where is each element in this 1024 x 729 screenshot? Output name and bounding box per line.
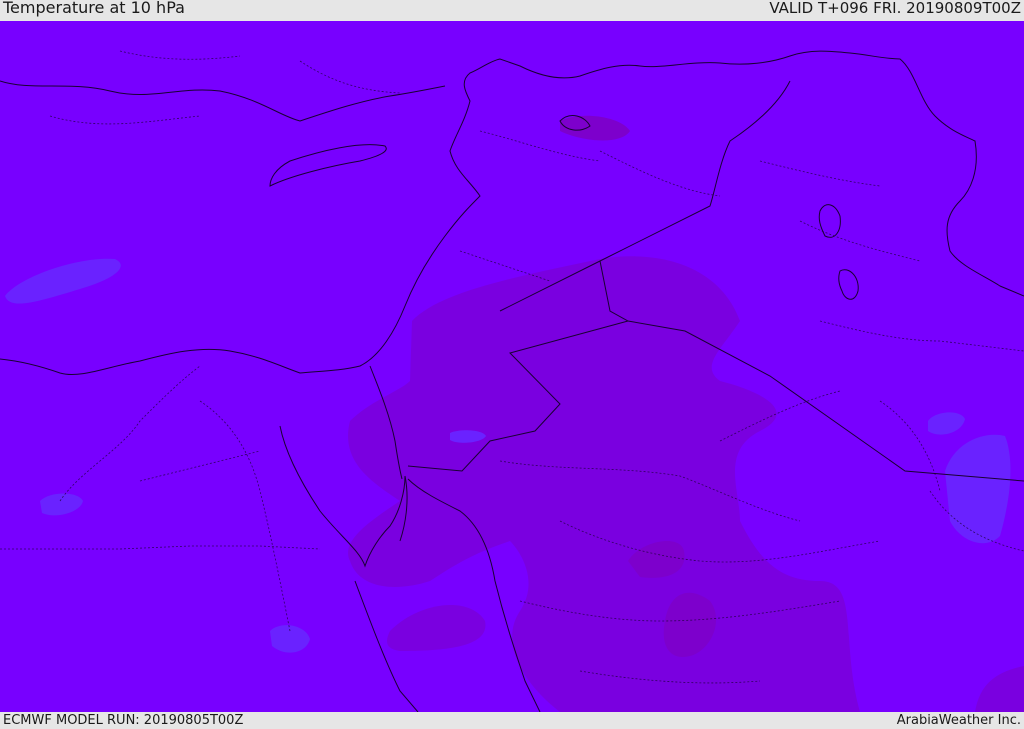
credit-label: ArabiaWeather Inc. [896,713,1021,728]
map-viewer: Temperature at 10 hPa VALID T+096 FRI. 2… [0,0,1024,729]
footer-bar: ECMWF MODEL RUN: 20190805T00Z ArabiaWeat… [0,712,1024,729]
header-bar: Temperature at 10 hPa VALID T+096 FRI. 2… [0,0,1024,21]
temperature-map [0,21,1024,712]
model-run-label: ECMWF MODEL RUN: 20190805T00Z [3,713,244,728]
map-canvas [0,21,1024,712]
map-title: Temperature at 10 hPa [3,0,185,17]
valid-time: VALID T+096 FRI. 20190809T00Z [769,0,1021,17]
